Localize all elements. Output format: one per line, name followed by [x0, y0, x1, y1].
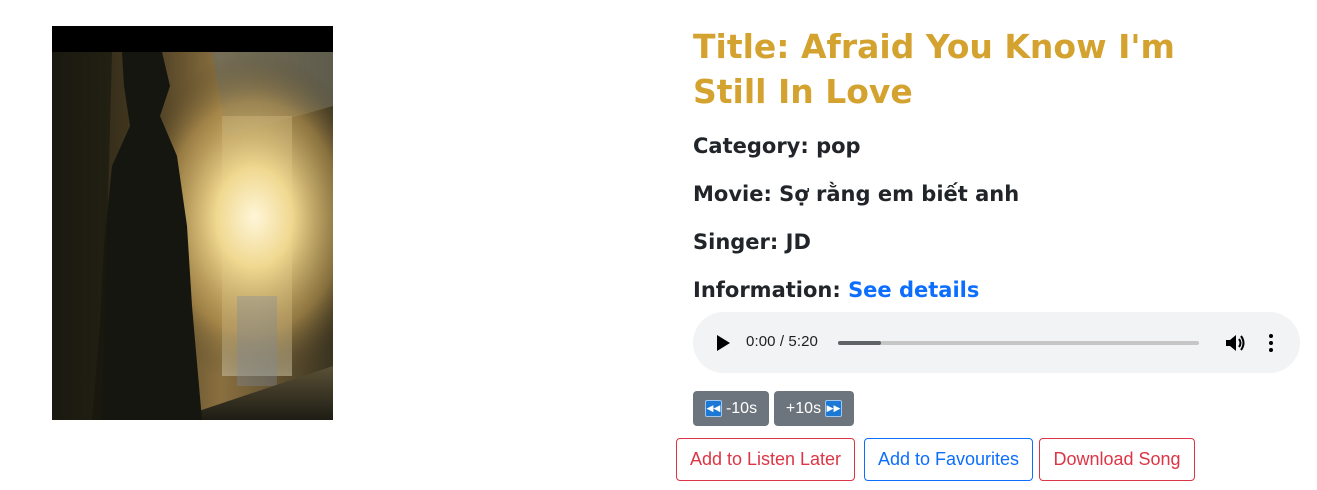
movie-label: Movie:: [693, 182, 780, 206]
category-value: pop: [816, 134, 861, 158]
rewind-icon: ◀◀: [704, 400, 722, 417]
play-icon[interactable]: [715, 334, 731, 352]
seek-back-button[interactable]: ◀◀ -10s: [693, 391, 769, 426]
more-vertical-icon[interactable]: [1267, 333, 1275, 353]
song-info: Title: Afraid You Know I'm Still In Love…: [693, 24, 1293, 302]
song-singer-row: Singer: JD: [693, 228, 811, 256]
progress-fill: [838, 341, 882, 345]
singer-value: JD: [785, 230, 811, 254]
song-detail-page: Title: Afraid You Know I'm Still In Love…: [0, 0, 1317, 490]
volume-icon[interactable]: [1225, 333, 1247, 353]
audio-player[interactable]: 0:00 / 5:20: [693, 312, 1300, 373]
information-label: Information:: [693, 278, 849, 302]
playback-time: 0:00 / 5:20: [746, 333, 818, 350]
progress-bar[interactable]: [838, 341, 1199, 345]
song-movie-row: Movie: Sợ rằng em biết anh: [693, 180, 1019, 208]
fast-forward-icon: ▶▶: [825, 400, 843, 417]
song-information-row: Information: See details: [693, 276, 979, 304]
category-label: Category:: [693, 134, 817, 158]
movie-value: Sợ rằng em biết anh: [779, 182, 1020, 206]
song-category-row: Category: pop: [693, 132, 861, 160]
seek-forward-button[interactable]: +10s ▶▶: [774, 391, 854, 426]
song-cover-image: [52, 26, 333, 420]
seek-forward-label: +10s: [785, 399, 822, 417]
song-title: Title: Afraid You Know I'm Still In Love: [693, 27, 1175, 111]
seek-back-label: -10s: [725, 399, 758, 417]
singer-label: Singer:: [693, 230, 786, 254]
add-to-favourites-button[interactable]: Add to Favourites: [864, 438, 1033, 481]
add-to-listen-later-button[interactable]: Add to Listen Later: [676, 438, 855, 481]
download-song-button[interactable]: Download Song: [1039, 438, 1195, 481]
see-details-link[interactable]: See details: [848, 278, 979, 302]
